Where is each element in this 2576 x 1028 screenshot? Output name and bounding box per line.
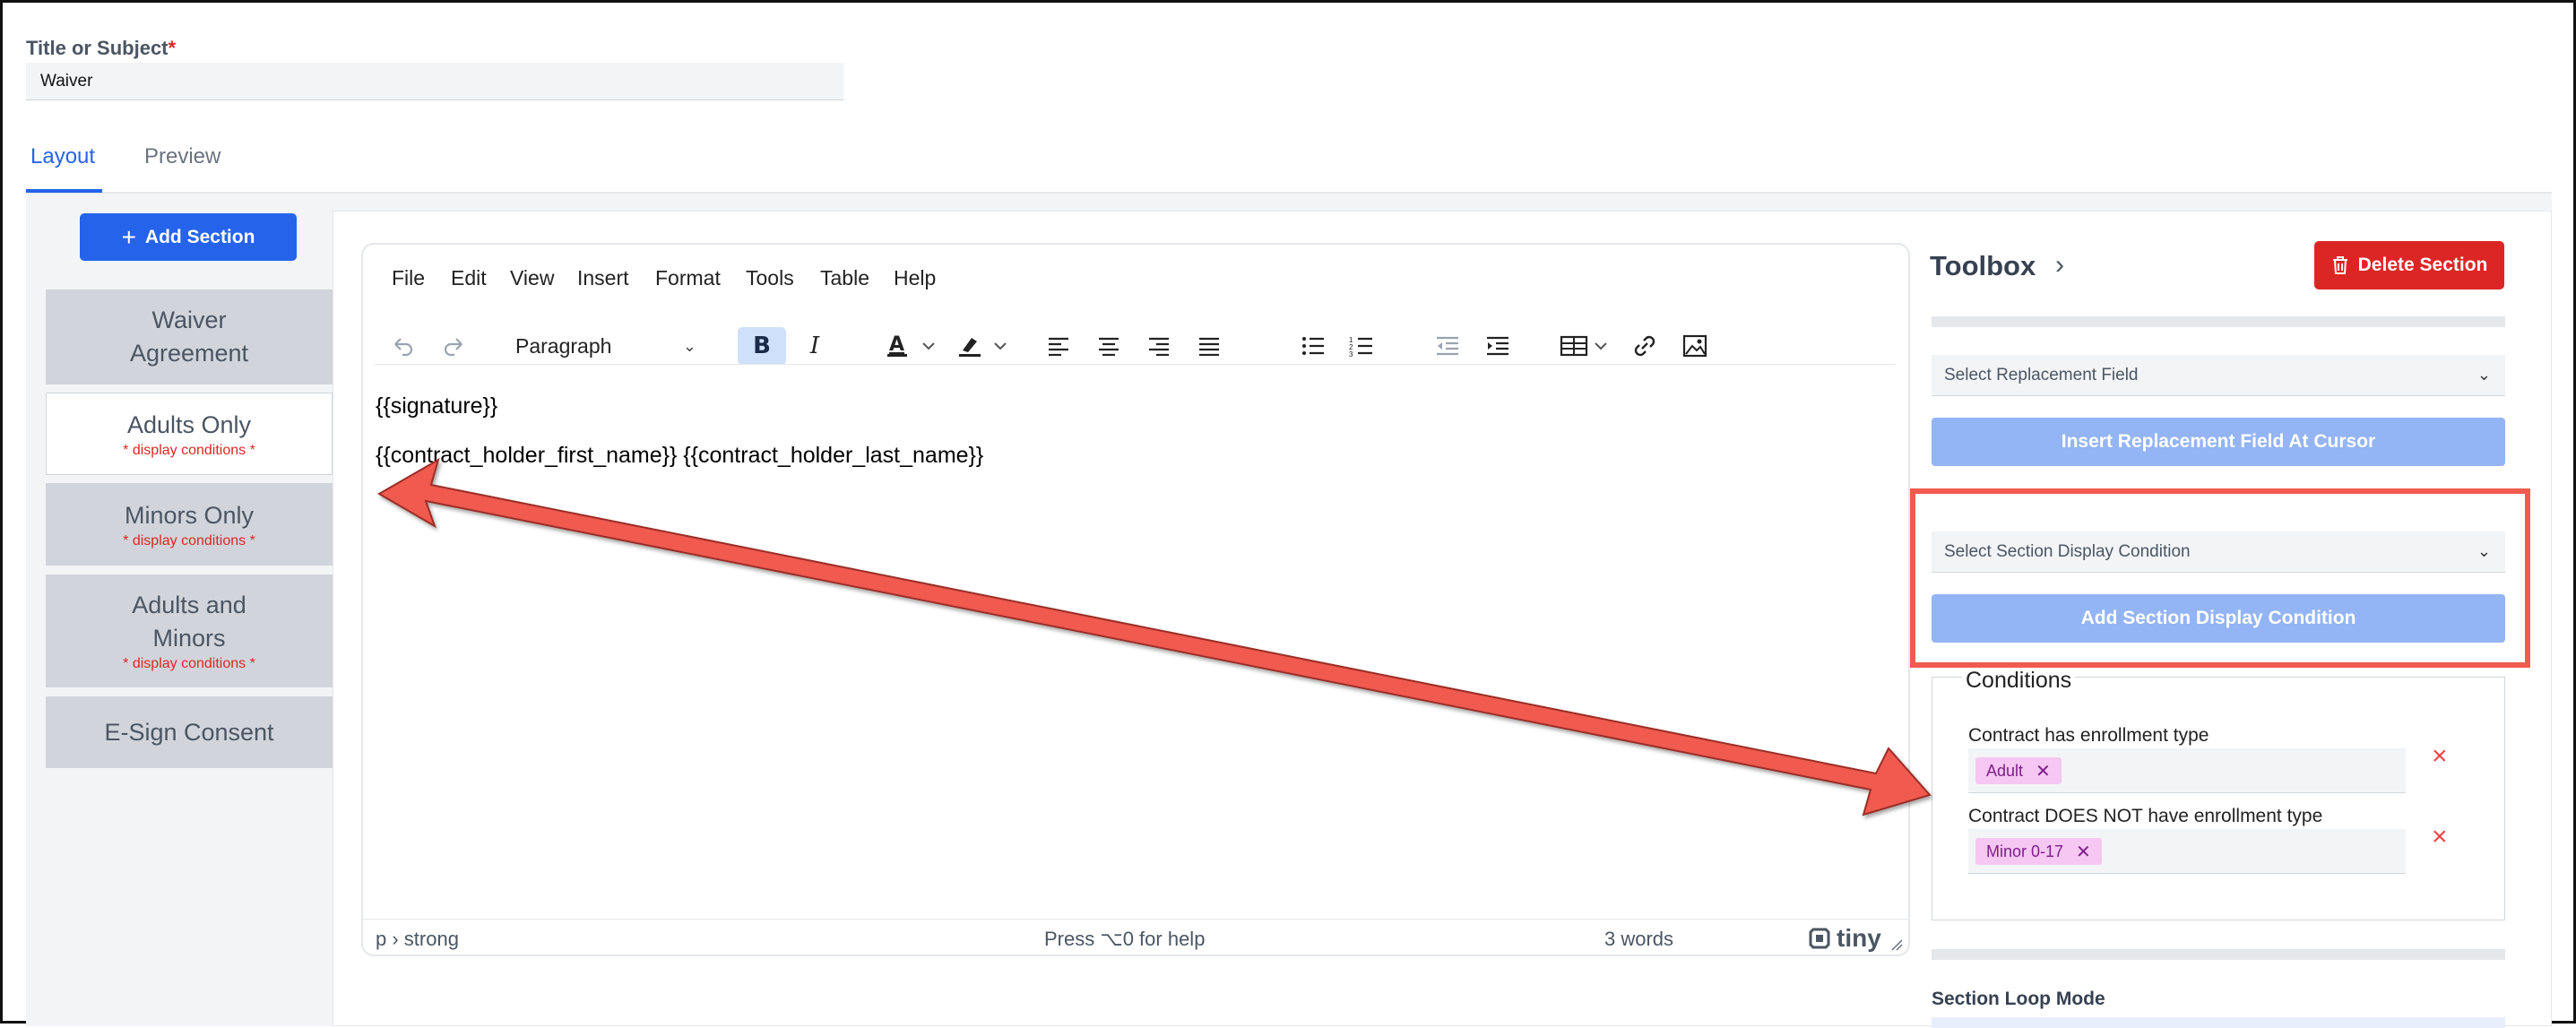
- section-loop-mode-select[interactable]: [1932, 1017, 2505, 1028]
- editor-toolbar: Paragraph ⌄ B I A 123: [363, 316, 1908, 376]
- help-hint: Press ⌥0 for help: [1044, 928, 1206, 950]
- section-label: Minors Only: [124, 501, 255, 529]
- menu-table[interactable]: Table: [820, 266, 869, 290]
- table-icon[interactable]: [1557, 327, 1616, 365]
- display-condition-select[interactable]: Select Section Display Condition ⌄: [1932, 531, 2505, 573]
- section-item-waiver-agreement[interactable]: Waiver Agreement: [46, 289, 333, 384]
- conditions-panel: [1932, 677, 2505, 920]
- outdent-icon[interactable]: [1430, 327, 1465, 365]
- section-loop-mode-label: Section Loop Mode: [1932, 989, 2105, 1009]
- display-conditions-note: * display conditions *: [123, 532, 255, 549]
- delete-section-button[interactable]: Delete Section: [2314, 241, 2504, 289]
- menu-edit[interactable]: Edit: [451, 266, 487, 290]
- align-left-icon[interactable]: [1041, 327, 1076, 365]
- chevron-down-icon: ⌄: [2477, 366, 2491, 384]
- undo-icon[interactable]: [385, 327, 420, 365]
- menu-file[interactable]: File: [392, 266, 425, 290]
- text-color-button[interactable]: A: [881, 327, 944, 365]
- italic-button[interactable]: I: [797, 327, 833, 365]
- title-label: Title or Subject*: [26, 37, 177, 59]
- section-label: Minors: [152, 625, 226, 652]
- replacement-field-placeholder: Select Replacement Field: [1944, 365, 2139, 384]
- tiny-logo[interactable]: tiny: [1808, 924, 1881, 953]
- indent-icon[interactable]: [1480, 327, 1516, 365]
- add-section-button[interactable]: + Add Section: [80, 213, 297, 261]
- resize-handle-icon[interactable]: [1889, 937, 1903, 951]
- align-right-icon[interactable]: [1141, 327, 1177, 365]
- active-tab-indicator: [26, 189, 102, 193]
- bold-button[interactable]: B: [738, 327, 786, 365]
- condition-value-field[interactable]: Adult ✕: [1968, 748, 2406, 793]
- align-justify-icon[interactable]: [1191, 327, 1227, 365]
- chip-remove-icon[interactable]: ✕: [2076, 841, 2091, 863]
- section-item-e-sign-consent[interactable]: E-Sign Consent: [46, 696, 333, 768]
- section-label: E-Sign Consent: [104, 718, 274, 746]
- condition-label: Contract has enrollment type: [1968, 725, 2209, 746]
- add-section-label: Add Section: [144, 226, 255, 247]
- tab-layout[interactable]: Layout: [30, 144, 95, 169]
- remove-condition-icon[interactable]: ×: [2432, 822, 2448, 852]
- section-item-minors-only[interactable]: Minors Only * display conditions *: [46, 483, 333, 566]
- condition-value-field[interactable]: Minor 0-17 ✕: [1968, 829, 2406, 874]
- toolbox-divider: [1932, 949, 2505, 960]
- chip-remove-icon[interactable]: ✕: [2036, 760, 2051, 782]
- section-label: Adults and: [132, 592, 246, 618]
- menu-tools[interactable]: Tools: [746, 266, 794, 290]
- numbered-list-icon[interactable]: 123: [1344, 327, 1379, 365]
- display-conditions-note: * display conditions *: [123, 442, 255, 458]
- chevron-down-icon: ⌄: [682, 336, 696, 355]
- section-label: Adults Only: [126, 410, 252, 438]
- chevron-right-icon[interactable]: ›: [2055, 250, 2064, 281]
- section-item-adults-only[interactable]: Adults Only * display conditions *: [46, 393, 333, 475]
- word-count[interactable]: 3 words: [1604, 928, 1673, 951]
- rich-text-editor: File Edit View Insert Format Tools Table…: [361, 243, 1910, 956]
- block-format-select[interactable]: Paragraph ⌄: [515, 327, 700, 365]
- insert-replacement-field-button[interactable]: Insert Replacement Field At Cursor: [1932, 418, 2505, 466]
- section-item-adults-and-minors[interactable]: Adults and Minors * display conditions *: [46, 574, 333, 687]
- align-center-icon[interactable]: [1091, 327, 1127, 365]
- svg-text:A: A: [889, 333, 904, 356]
- plus-icon: +: [121, 222, 136, 251]
- highlight-color-button[interactable]: [953, 327, 1016, 365]
- statusbar-divider: [363, 919, 1908, 920]
- remove-condition-icon[interactable]: ×: [2432, 741, 2448, 772]
- element-path[interactable]: p › strong: [376, 928, 459, 951]
- chip-label: Minor 0-17: [1986, 842, 2064, 860]
- tiny-logo-icon: [1809, 928, 1830, 949]
- tiny-brand-text: tiny: [1837, 924, 1881, 952]
- trash-icon: [2332, 256, 2347, 274]
- toolbox-divider: [1932, 316, 2505, 327]
- editor-content-line[interactable]: {{signature}}: [376, 393, 497, 419]
- menu-insert[interactable]: Insert: [577, 266, 629, 290]
- display-condition-placeholder: Select Section Display Condition: [1944, 541, 2191, 561]
- add-display-condition-button[interactable]: Add Section Display Condition: [1932, 594, 2505, 643]
- delete-section-label: Delete Section: [2357, 255, 2488, 275]
- svg-text:3: 3: [1349, 350, 1353, 357]
- display-conditions-note: * display conditions *: [123, 656, 255, 671]
- chevron-down-icon: ⌄: [2477, 542, 2491, 560]
- editor-content-line[interactable]: {{contract_holder_first_name}} {{contrac…: [376, 443, 983, 469]
- menu-help[interactable]: Help: [894, 266, 936, 290]
- tab-preview[interactable]: Preview: [144, 144, 220, 169]
- section-label: Agreement: [129, 340, 249, 367]
- link-icon[interactable]: [1627, 327, 1663, 365]
- chip-label: Adult: [1986, 761, 2024, 780]
- redo-icon[interactable]: [437, 327, 472, 365]
- enrollment-chip: Adult ✕: [1975, 757, 2062, 784]
- condition-label: Contract DOES NOT have enrollment type: [1968, 806, 2323, 826]
- conditions-title: Conditions: [1962, 668, 2076, 694]
- title-input[interactable]: Waiver: [26, 63, 843, 100]
- menu-format[interactable]: Format: [655, 266, 721, 290]
- block-format-value: Paragraph: [515, 333, 612, 358]
- image-icon[interactable]: [1677, 327, 1713, 365]
- enrollment-chip: Minor 0-17 ✕: [1975, 838, 2102, 865]
- menu-view[interactable]: View: [510, 266, 554, 290]
- section-label: Waiver: [151, 307, 227, 333]
- bullet-list-icon[interactable]: [1295, 327, 1331, 365]
- toolbar-divider: [374, 364, 1896, 365]
- replacement-field-select[interactable]: Select Replacement Field ⌄: [1932, 355, 2505, 396]
- toolbox-title: Toolbox: [1930, 250, 2036, 281]
